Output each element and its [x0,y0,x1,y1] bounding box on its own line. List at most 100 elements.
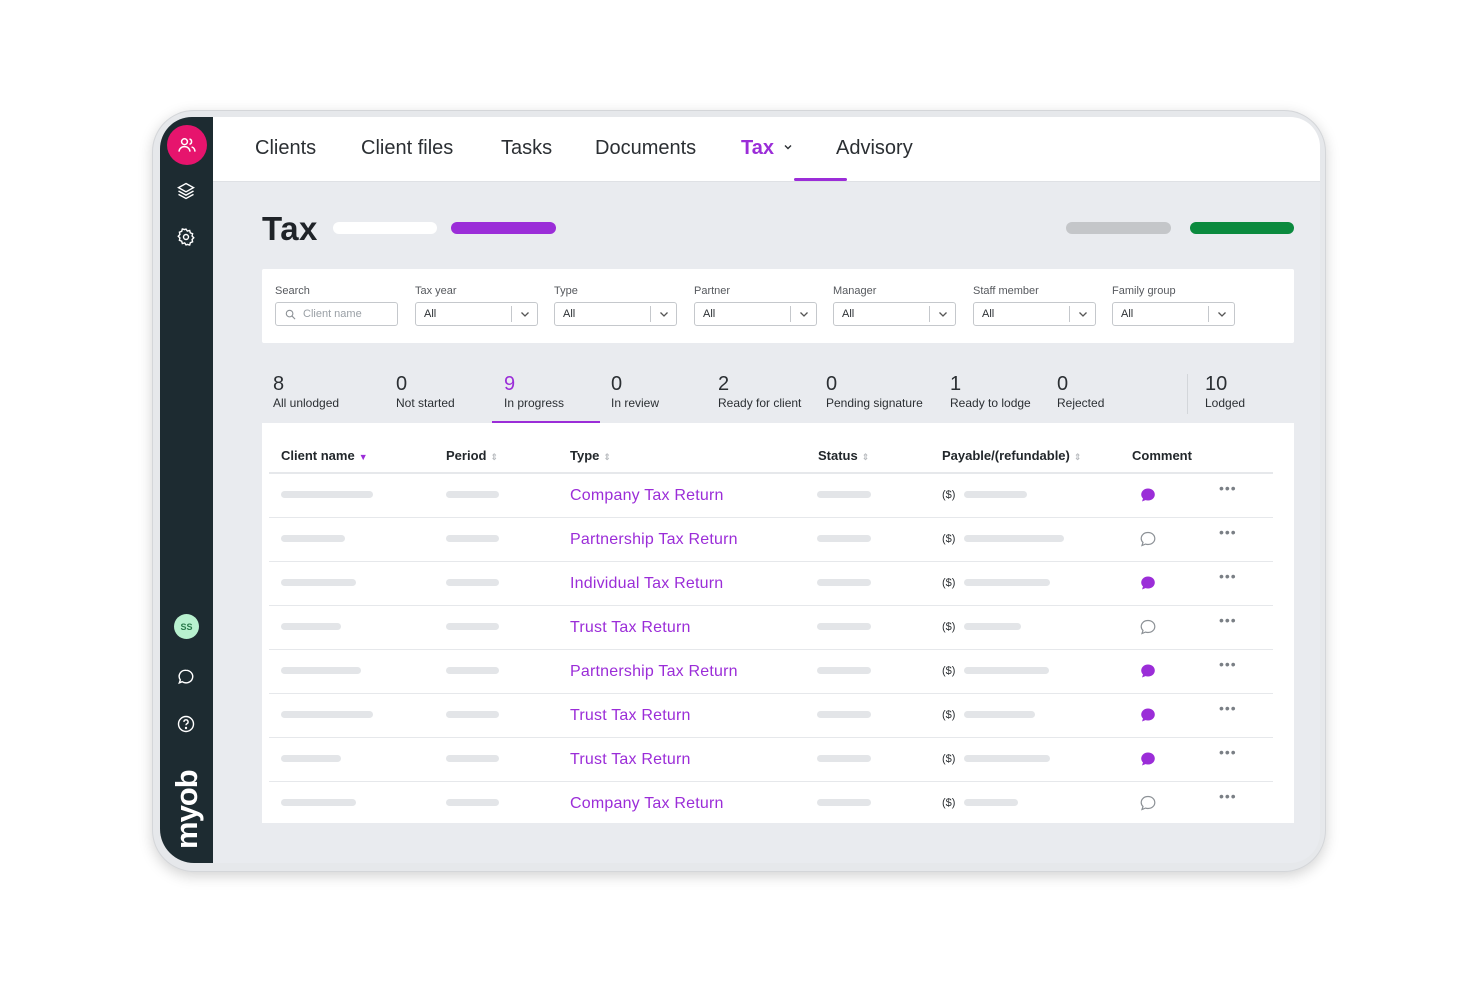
return-type-link[interactable]: Trust Tax Return [570,619,691,637]
return-type-link[interactable]: Trust Tax Return [570,751,691,769]
gear-icon[interactable] [175,226,197,248]
more-actions-icon[interactable]: ••• [1219,700,1237,716]
client-name-placeholder [281,623,341,630]
tab-tasks[interactable]: Tasks [501,137,552,160]
comment-empty-icon[interactable] [1139,618,1157,636]
period-placeholder [446,711,499,718]
comment-filled-icon[interactable] [1139,662,1157,680]
family-group-select[interactable]: All [1112,302,1235,326]
table-row[interactable]: Trust Tax Return ($) ••• [269,605,1273,650]
tab-tax[interactable]: Tax [741,137,793,160]
table-row[interactable]: Company Tax Return ($) ••• [269,473,1273,518]
more-actions-icon[interactable]: ••• [1219,480,1237,496]
client-name-placeholder [281,711,373,718]
staff-member-select[interactable]: All [973,302,1096,326]
tab-documents[interactable]: Documents [595,137,696,160]
status-count: 0 [396,373,408,395]
more-actions-icon[interactable]: ••• [1219,744,1237,760]
comment-empty-icon[interactable] [1139,530,1157,548]
status-placeholder [817,535,871,542]
column-header-client-name[interactable]: Client name ▼ [281,448,368,463]
status-tab-all-unlodged[interactable]: 8 All unlodged [273,372,339,410]
status-tab-lodged[interactable]: 10 Lodged [1205,372,1245,410]
table-row[interactable]: Individual Tax Return ($) ••• [269,561,1273,606]
return-type-link[interactable]: Partnership Tax Return [570,663,738,681]
sidebar-rail: SS myob [160,117,213,863]
comment-filled-icon[interactable] [1139,706,1157,724]
status-tab-not-started[interactable]: 0 Not started [396,372,455,410]
payable-placeholder [964,491,1027,498]
payable-placeholder [964,535,1064,542]
table-row[interactable]: Trust Tax Return ($) ••• [269,693,1273,738]
column-header-period[interactable]: Period ⇕ [446,448,498,463]
tab-client-files[interactable]: Client files [361,137,453,160]
return-type-link[interactable]: Company Tax Return [570,795,724,813]
status-placeholder [817,667,871,674]
comment-empty-icon[interactable] [1139,794,1157,812]
chevron-down-icon [1218,312,1226,317]
period-placeholder [446,799,499,806]
status-tab-ready-to-lodge[interactable]: 1 Ready to lodge [950,372,1031,410]
chat-icon[interactable] [175,666,197,688]
status-placeholder [817,711,871,718]
table-row[interactable]: Partnership Tax Return ($) ••• [269,517,1273,562]
more-actions-icon[interactable]: ••• [1219,656,1237,672]
header-label: Period [446,448,487,463]
status-tab-in-progress[interactable]: 9 In progress [504,372,564,410]
sort-icon: ⇕ [861,452,870,462]
sort-icon: ⇕ [603,452,611,462]
column-header-status[interactable]: Status ⇕ [818,448,869,463]
app-screen: SS myob Clients Client files Tasks Docum… [160,117,1320,863]
payable-prefix: ($) [942,665,956,677]
people-icon[interactable] [167,125,207,165]
column-header-type[interactable]: Type ⇕ [570,448,611,463]
partner-select[interactable]: All [694,302,817,326]
search-input[interactable]: Client name [275,302,398,326]
comment-filled-icon[interactable] [1139,574,1157,592]
manager-select[interactable]: All [833,302,956,326]
tax-year-select[interactable]: All [415,302,538,326]
status-label: Ready for client [718,396,802,410]
return-type-link[interactable]: Partnership Tax Return [570,531,738,549]
sort-icon: ⇕ [490,452,499,462]
return-type-link[interactable]: Company Tax Return [570,487,724,505]
status-count: 0 [611,373,623,395]
avatar[interactable]: SS [174,614,199,639]
comment-filled-icon[interactable] [1139,750,1157,768]
status-label: All unlodged [273,396,340,410]
page-title: Tax [262,210,318,247]
tab-advisory[interactable]: Advisory [836,137,913,160]
period-placeholder [446,667,499,674]
table-row[interactable]: Partnership Tax Return ($) ••• [269,649,1273,694]
status-tab-ready-for-client[interactable]: 2 Ready for client [718,372,801,410]
status-tab-in-review[interactable]: 0 In review [611,372,659,410]
tab-clients[interactable]: Clients [255,137,316,160]
filter-search: Search Client name [275,285,398,326]
status-tab-pending-signature[interactable]: 0 Pending signature [826,372,923,410]
table-row[interactable]: Company Tax Return ($) ••• [269,781,1273,826]
select-divider [1208,306,1209,322]
secondary-action-placeholder[interactable] [1066,222,1171,234]
table-row[interactable]: Trust Tax Return ($) ••• [269,737,1273,782]
column-header-comment: Comment [1132,448,1192,463]
more-actions-icon[interactable]: ••• [1219,612,1237,628]
period-placeholder [446,579,499,586]
status-tab-rejected[interactable]: 0 Rejected [1057,372,1104,410]
return-type-link[interactable]: Individual Tax Return [570,575,723,593]
column-header-payable[interactable]: Payable/(refundable) ⇕ [942,448,1081,463]
header-label: Comment [1132,448,1192,463]
more-actions-icon[interactable]: ••• [1219,568,1237,584]
type-select[interactable]: All [554,302,677,326]
period-placeholder [446,535,499,542]
more-actions-icon[interactable]: ••• [1219,524,1237,540]
return-type-link[interactable]: Trust Tax Return [570,707,691,725]
payable-placeholder [964,711,1035,718]
help-icon[interactable] [175,713,197,735]
primary-action-placeholder[interactable] [1190,222,1294,234]
layers-icon[interactable] [175,180,197,202]
more-actions-icon[interactable]: ••• [1219,788,1237,804]
tax-table: Client name ▼ Period ⇕ Type ⇕ Status ⇕ Payab… [262,423,1294,823]
filter-partner: Partner All [694,285,817,326]
comment-filled-icon[interactable] [1139,486,1157,504]
payable-placeholder [964,755,1050,762]
